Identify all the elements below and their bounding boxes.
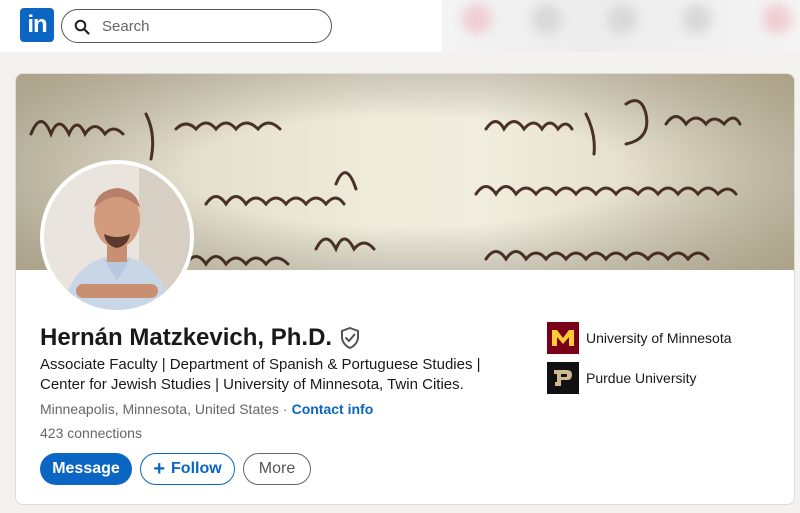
search-box[interactable]: Search	[61, 9, 332, 43]
location-row: Minneapolis, Minnesota, United States · Co…	[40, 401, 373, 417]
follow-button-label: Follow	[171, 460, 222, 477]
profile-avatar[interactable]	[40, 160, 194, 314]
education-item-purdue[interactable]: Purdue University	[547, 362, 697, 394]
headline-line-2: Center for Jewish Studies | University o…	[40, 376, 464, 393]
education-name: Purdue University	[586, 370, 697, 386]
name-row: Hernán Matzkevich, Ph.D.	[40, 324, 360, 352]
education-name: University of Minnesota	[586, 330, 732, 346]
purdue-university-logo	[547, 362, 579, 394]
message-button[interactable]: Message	[40, 453, 132, 485]
more-button-label: More	[258, 460, 296, 477]
profile-photo	[44, 164, 190, 310]
connections-count[interactable]: 423 connections	[40, 425, 142, 441]
verified-shield-icon[interactable]	[340, 327, 360, 349]
search-input[interactable]: Search	[102, 18, 150, 35]
profile-card: Hernán Matzkevich, Ph.D. Associate Facul…	[15, 73, 795, 505]
university-of-minnesota-logo	[547, 322, 579, 354]
more-button[interactable]: More	[243, 453, 311, 485]
headline-line-1: Associate Faculty | Department of Spanis…	[40, 356, 481, 373]
separator: ·	[282, 401, 288, 417]
follow-button[interactable]: + Follow	[140, 453, 235, 485]
plus-icon: +	[153, 457, 166, 480]
nav-icons-blurred	[442, 0, 800, 52]
message-button-label: Message	[52, 460, 120, 477]
education-item-umn[interactable]: University of Minnesota	[547, 322, 732, 354]
linkedin-logo[interactable]: in	[20, 8, 54, 42]
profile-location: Minneapolis, Minnesota, United States	[40, 401, 279, 417]
profile-name: Hernán Matzkevich, Ph.D.	[40, 324, 333, 351]
profile-headline: Associate Faculty | Department of Spanis…	[40, 355, 510, 395]
search-icon	[74, 19, 90, 35]
contact-info-link[interactable]: Contact info	[292, 401, 374, 417]
top-nav: in Search	[0, 0, 800, 52]
